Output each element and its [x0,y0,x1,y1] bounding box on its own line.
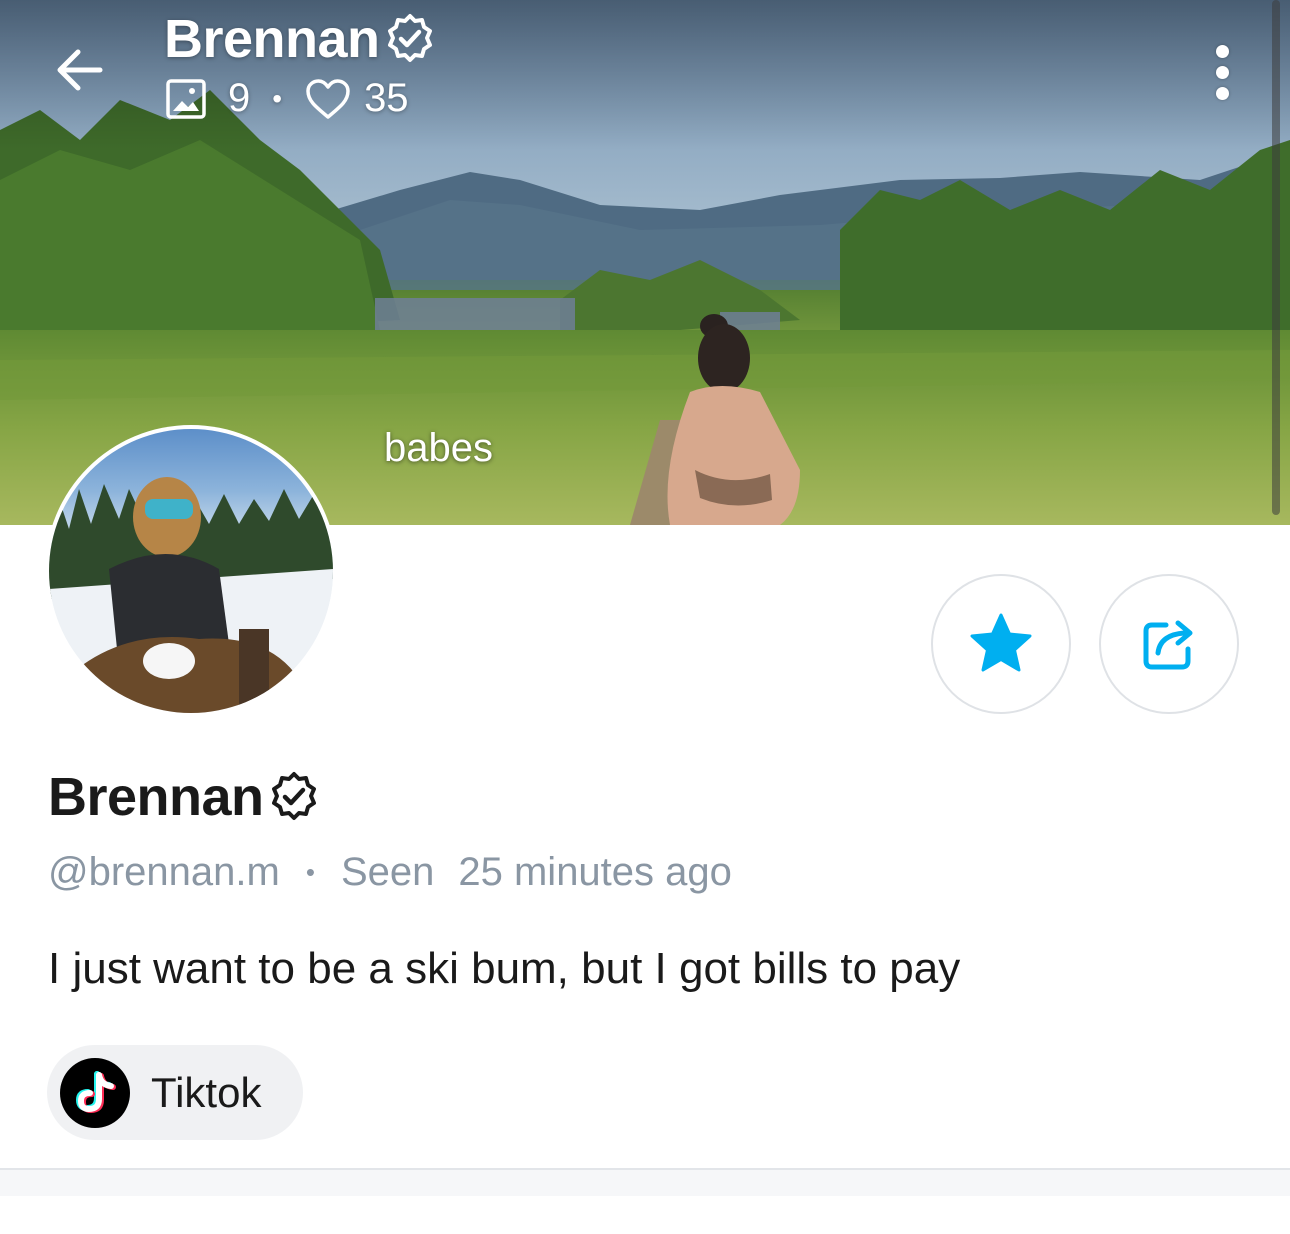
header-info: Brennan 9 • 35 [164,8,438,121]
header-stats: 9 • 35 [164,76,438,121]
social-link-tiktok[interactable]: Tiktok [47,1045,304,1140]
avatar-illustration [49,477,333,713]
header-name: Brennan [164,9,380,69]
image-icon [166,78,206,119]
back-button[interactable] [44,34,116,106]
heart-icon [306,78,350,119]
meta-separator: • [305,857,315,887]
more-options-button[interactable] [1198,36,1246,108]
profile-name-row: Brennan [48,766,322,828]
menu-dot [1215,86,1229,100]
cover-caption: babes [384,426,493,470]
scrollbar[interactable] [1272,0,1280,515]
arrow-left-icon [57,49,103,91]
share-button[interactable] [1099,574,1239,714]
verified-badge-icon [271,772,316,820]
header-name-row: Brennan [164,8,438,70]
avatar[interactable] [45,425,337,717]
tiktok-icon [60,1057,130,1128]
avatar-photo [49,429,333,713]
share-icon [1143,620,1193,670]
profile-handle[interactable]: @brennan.m [48,850,280,895]
profile-name: Brennan [48,767,264,827]
seen-time: 25 minutes ago [458,850,732,894]
stats-separator: • [272,82,283,114]
verified-badge-icon [387,14,432,62]
seen-label: Seen [340,850,435,894]
favorite-button[interactable] [931,574,1071,714]
profile-meta: @brennan.m • Seen 25 minutes ago [48,850,732,895]
media-count: 9 [228,76,251,120]
social-link-label: Tiktok [151,1068,262,1116]
star-icon [970,613,1032,672]
menu-dot [1215,44,1229,58]
likes-count: 35 [364,76,409,120]
profile-bio: I just want to be a ski bum, but I got b… [48,944,961,993]
bottom-area [0,1170,1290,1196]
menu-dot [1215,65,1229,79]
